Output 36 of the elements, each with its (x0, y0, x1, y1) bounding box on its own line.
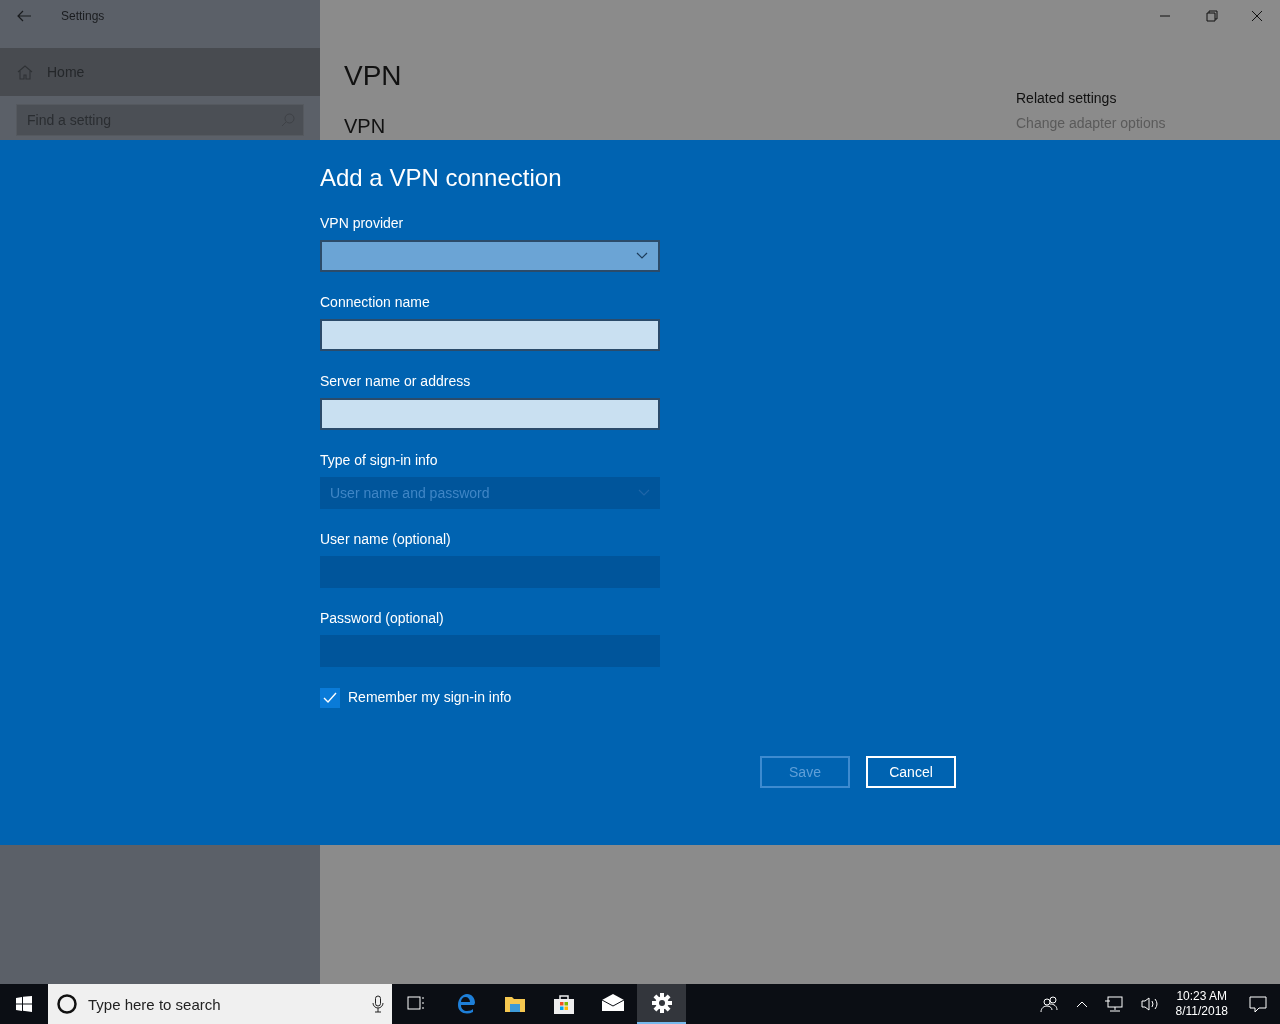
page-title: VPN (344, 59, 403, 93)
home-icon (17, 64, 33, 80)
people-icon[interactable] (1039, 995, 1060, 1013)
clock-date[interactable]: 8/11/2018 (1175, 1004, 1228, 1019)
related-settings-heading: Related settings (1016, 89, 1118, 108)
dialog-title: Add a VPN connection (320, 163, 563, 193)
dropdown[interactable] (320, 240, 660, 272)
circle-icon (56, 993, 78, 1015)
dialog-button[interactable]: Cancel (866, 756, 956, 788)
field-label: User name (optional) (320, 530, 452, 549)
checkbox[interactable] (320, 687, 340, 708)
section-heading: VPN (344, 114, 386, 139)
chevron-down-icon (636, 252, 648, 260)
input-field[interactable] (320, 319, 660, 351)
field-label: VPN provider (320, 214, 405, 233)
field-label: Server name or address (320, 372, 472, 391)
taskbar-search-box[interactable]: Type here to search (48, 984, 392, 1024)
field-label: Password (optional) (320, 609, 445, 628)
volume-icon[interactable] (1139, 996, 1160, 1012)
chevron-down-icon (638, 489, 650, 497)
windows-logo-icon (16, 996, 32, 1012)
shopping-bag-icon (551, 992, 576, 1016)
field-label: Connection name (320, 293, 431, 312)
notification-icon[interactable] (1248, 995, 1268, 1013)
taskbar-app-button[interactable] (637, 984, 686, 1024)
gear-icon (649, 991, 674, 1015)
clock-time[interactable]: 10:23 AM (1175, 989, 1228, 1004)
window-title: Settings (61, 8, 105, 25)
input-field[interactable] (320, 398, 660, 430)
taskbar-search-field[interactable]: Type here to search (86, 984, 364, 1024)
checkbox-label: Remember my sign-in info (348, 688, 512, 707)
chevron-up-icon[interactable] (1075, 1000, 1088, 1008)
network-icon[interactable] (1103, 995, 1124, 1013)
back-arrow-icon[interactable] (17, 10, 31, 22)
microphone-icon (372, 995, 384, 1013)
field-label: Type of sign-in info (320, 451, 439, 470)
